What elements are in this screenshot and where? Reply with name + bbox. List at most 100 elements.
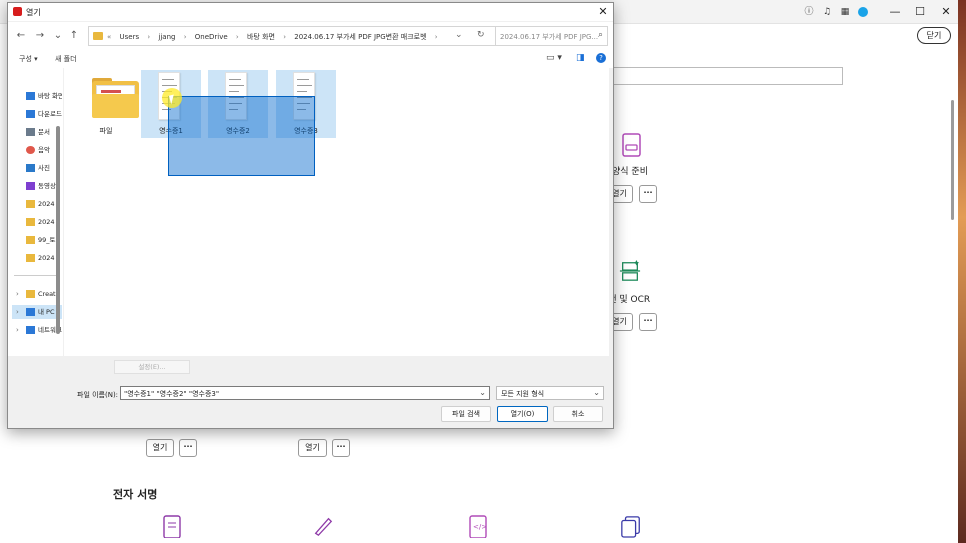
nav-item-folder-4[interactable]: 2024 (12, 251, 62, 265)
breadcrumb-separator[interactable]: › (283, 33, 286, 41)
nav-item-downloads[interactable]: 다운로드 (12, 107, 62, 121)
more-prepare-form-button[interactable]: ··· (639, 185, 657, 203)
prepare-form-icon (622, 133, 641, 157)
nav-item-desktop[interactable]: 바탕 화면 (12, 89, 62, 103)
open-button[interactable]: 열기(O) (497, 406, 548, 422)
apps-grid-icon[interactable]: ▦ (839, 6, 851, 18)
file-item-folder[interactable]: 파일 (76, 70, 139, 138)
nav-item-label: 99_토 (38, 236, 56, 244)
dialog-footer: 파일 이름(N): "영수증1" "영수증2" "영수증3" ⌄ 모든 지원 형… (8, 378, 613, 428)
recent-locations-chevron-icon[interactable]: ⌄ (52, 29, 64, 43)
more-tool-button-2[interactable]: ··· (332, 439, 350, 457)
picture-icon (26, 164, 35, 172)
organize-menu[interactable]: 구성 ▾ (19, 54, 38, 64)
nav-scrollbar[interactable] (56, 126, 60, 334)
cancel-button[interactable]: 취소 (553, 406, 603, 422)
maximize-button[interactable]: ☐ (910, 3, 930, 21)
folder-icon-front (92, 94, 139, 118)
chevron-down-icon[interactable]: ⌄ (593, 388, 600, 397)
document-icon (26, 128, 35, 136)
doc-line (229, 79, 241, 80)
breadcrumb-current-folder[interactable]: 2024.06.17 부가세 PDF JPG변환 매크로벳 (294, 33, 426, 41)
breadcrumb-users[interactable]: Users (120, 33, 140, 41)
open-tool-button-2[interactable]: 열기 (298, 439, 327, 457)
nav-item-videos[interactable]: 동영상 (12, 179, 62, 193)
file-type-select[interactable]: 모든 지원 형식 ⌄ (496, 386, 604, 400)
computer-icon (26, 308, 35, 316)
folder-icon (26, 200, 35, 208)
nav-item-folder-3[interactable]: 99_토 (12, 233, 62, 247)
new-folder-button[interactable]: 새 폴더 (55, 54, 77, 64)
address-row: ← → ⌄ ↑ « Users › jjang › OneDrive › 바탕 … (8, 22, 613, 50)
breadcrumb-separator[interactable]: › (184, 33, 187, 41)
code-document-icon: </> (469, 515, 487, 538)
breadcrumb-separator[interactable]: › (236, 33, 239, 41)
preview-pane-icon[interactable]: ◨ (576, 53, 585, 63)
chevron-down-icon[interactable]: ⌄ (479, 388, 486, 397)
search-icon: ⌕ (597, 30, 603, 40)
folder-search-input[interactable]: 2024.06.17 부가세 PDF JPG... ⌕ (495, 26, 608, 46)
address-bar[interactable]: « Users › jjang › OneDrive › 바탕 화면 › 202… (88, 26, 496, 46)
nav-tree-network[interactable]: › 네트워크 (12, 323, 62, 337)
nav-item-label: 2024 (38, 200, 55, 208)
minimize-button[interactable]: — (885, 3, 905, 21)
folder-icon (26, 218, 35, 226)
page-scrollbar[interactable] (951, 100, 954, 220)
back-arrow-icon[interactable]: ← (15, 29, 27, 43)
dialog-title: 열기 (26, 8, 41, 17)
breadcrumb-jjang[interactable]: jjang (158, 33, 175, 41)
settings-button[interactable]: 설정(E)... (114, 360, 190, 374)
doc-line (229, 85, 244, 86)
file-list-scrollbar[interactable] (609, 68, 613, 356)
find-file-button[interactable]: 파일 검색 (441, 406, 491, 422)
file-list-pane[interactable]: 파일 영수증1 영수증2 영수증3 (64, 68, 613, 356)
avatar[interactable] (858, 7, 868, 17)
forward-arrow-icon[interactable]: → (34, 29, 46, 43)
nav-item-music[interactable]: 음악 (12, 143, 62, 157)
scan-ocr-icon (619, 260, 641, 281)
filename-input[interactable]: "영수증1" "영수증2" "영수증3" ⌄ (120, 386, 490, 400)
nav-item-folder-1[interactable]: 2024 (12, 197, 62, 211)
breadcrumb-separator[interactable]: › (435, 33, 438, 41)
expand-chevron-icon[interactable]: › (16, 287, 19, 301)
nav-tree-this-pc[interactable]: › 내 PC (12, 305, 62, 319)
nav-item-pictures[interactable]: 사진 (12, 161, 62, 175)
help-icon[interactable]: ⓘ (803, 6, 815, 18)
breadcrumb-onedrive[interactable]: OneDrive (195, 33, 228, 41)
doc-line (297, 85, 312, 86)
breadcrumb-desktop[interactable]: 바탕 화면 (247, 33, 275, 41)
video-icon (26, 182, 35, 190)
refresh-icon[interactable]: ↻ (477, 30, 485, 40)
selection-marquee (168, 96, 315, 176)
folder-icon (26, 290, 35, 298)
bell-icon[interactable]: ♫ (821, 6, 833, 18)
dialog-close-button[interactable]: ✕ (596, 5, 610, 18)
file-name: 파일 (99, 127, 113, 135)
close-tools-button[interactable]: 닫기 (917, 27, 951, 44)
help-icon[interactable]: ? (596, 53, 606, 63)
expand-chevron-icon[interactable]: › (16, 323, 19, 337)
more-scan-ocr-button[interactable]: ··· (639, 313, 657, 331)
open-tool-button[interactable]: 열기 (146, 439, 174, 457)
expand-chevron-icon[interactable]: › (16, 305, 19, 319)
up-arrow-icon[interactable]: ↑ (68, 29, 80, 43)
nav-item-documents[interactable]: 문서 (12, 125, 62, 139)
breadcrumb-overflow[interactable]: « (107, 33, 111, 41)
view-options-icon[interactable]: ▭ ▾ (546, 53, 562, 63)
search-placeholder: 2024.06.17 부가세 PDF JPG... (500, 33, 599, 41)
nav-item-label: 2024 (38, 218, 55, 226)
breadcrumb-separator[interactable]: › (147, 33, 150, 41)
nav-item-folder-2[interactable]: 2024 (12, 215, 62, 229)
fill-sign-icon (163, 515, 181, 538)
filename-label: 파일 이름(N): (77, 391, 119, 399)
download-icon (26, 110, 35, 118)
music-icon (26, 146, 35, 154)
open-file-dialog: 열기 ✕ ← → ⌄ ↑ « Users › jjang › OneDrive … (7, 2, 614, 429)
tools-search-input[interactable] (610, 67, 843, 85)
more-tool-button[interactable]: ··· (179, 439, 197, 457)
address-dropdown-icon[interactable]: ⌄ (455, 30, 463, 40)
window-close-button[interactable]: ✕ (936, 3, 956, 21)
nav-tree-creative-cloud[interactable]: › Creat (12, 287, 62, 301)
nav-item-label: 문서 (38, 128, 50, 136)
doc-line (162, 79, 174, 80)
